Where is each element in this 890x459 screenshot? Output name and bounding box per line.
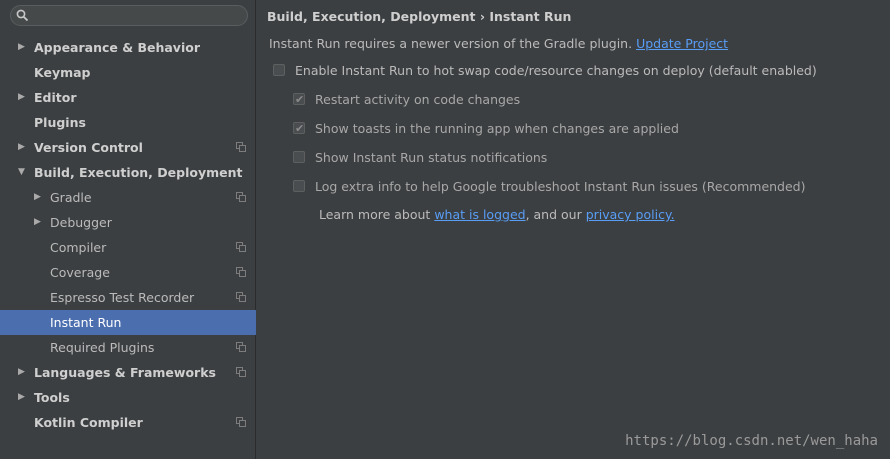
- sidebar-item[interactable]: Compiler: [0, 235, 256, 260]
- sidebar-item-label: Editor: [34, 90, 77, 105]
- sidebar-item-label: Compiler: [50, 240, 107, 255]
- sidebar-item[interactable]: Keymap: [0, 60, 256, 85]
- project-scope-icon: [236, 267, 246, 277]
- option-checkbox[interactable]: [273, 64, 285, 76]
- sidebar-item[interactable]: ▶ Editor: [0, 85, 256, 110]
- option-checkbox[interactable]: ✔: [293, 122, 305, 135]
- sidebar-item-label: Coverage: [50, 265, 110, 280]
- sidebar-item-label: Debugger: [50, 215, 112, 230]
- breadcrumb-parent: Build, Execution, Deployment: [267, 9, 476, 24]
- sidebar-item[interactable]: Coverage: [0, 260, 256, 285]
- settings-sidebar: ▶ Appearance & Behavior Keymap ▶ Editor Plugi…: [0, 0, 256, 459]
- sidebar-item[interactable]: ▶ Debugger: [0, 210, 256, 235]
- sidebar-item-label: Keymap: [34, 65, 91, 80]
- search-icon: [16, 9, 29, 22]
- sidebar-item[interactable]: ▶ Gradle: [0, 185, 256, 210]
- breadcrumb-separator: ›: [479, 9, 485, 24]
- collapsed-arrow-icon[interactable]: ▶: [18, 360, 28, 385]
- breadcrumb: Build, Execution, Deployment › Instant R…: [267, 9, 571, 24]
- learn-more-middle: , and our: [525, 207, 586, 222]
- sidebar-item[interactable]: ▼ Build, Execution, Deployment: [0, 160, 256, 185]
- option-checkbox[interactable]: [293, 180, 305, 192]
- checkmark-icon: ✔: [295, 122, 305, 135]
- option-label: Log extra info to help Google troublesho…: [315, 179, 806, 194]
- collapsed-arrow-icon[interactable]: ▶: [18, 135, 28, 160]
- option-label: Enable Instant Run to hot swap code/reso…: [295, 63, 817, 78]
- learn-more-prefix: Learn more about: [319, 207, 435, 222]
- project-scope-icon: [236, 367, 246, 377]
- collapsed-arrow-icon[interactable]: ▶: [18, 85, 28, 110]
- sidebar-item[interactable]: Plugins: [0, 110, 256, 135]
- project-scope-icon: [236, 142, 246, 152]
- breadcrumb-current: Instant Run: [489, 9, 572, 24]
- sidebar-item-label: Kotlin Compiler: [34, 415, 143, 430]
- collapsed-arrow-icon[interactable]: ▶: [18, 385, 28, 410]
- settings-tree: ▶ Appearance & Behavior Keymap ▶ Editor Plugi…: [0, 35, 256, 435]
- option-label: Restart activity on code changes: [315, 92, 521, 107]
- collapsed-arrow-icon[interactable]: ▶: [18, 35, 28, 60]
- option-checkbox[interactable]: [293, 151, 305, 163]
- project-scope-icon: [236, 242, 246, 252]
- sidebar-item[interactable]: Espresso Test Recorder: [0, 285, 256, 310]
- sidebar-item-label: Tools: [34, 390, 70, 405]
- update-project-link[interactable]: Update Project: [636, 36, 728, 51]
- sidebar-item-label: Build, Execution, Deployment: [34, 165, 243, 180]
- sidebar-item-label: Version Control: [34, 140, 143, 155]
- sidebar-item[interactable]: ▶ Version Control: [0, 135, 256, 160]
- sidebar-item[interactable]: Kotlin Compiler: [0, 410, 256, 435]
- sidebar-item[interactable]: ▶ Tools: [0, 385, 256, 410]
- watermark: https://blog.csdn.net/wen_haha: [625, 433, 878, 449]
- privacy-policy-link[interactable]: privacy policy.: [586, 207, 675, 222]
- sidebar-item-label: Gradle: [50, 190, 92, 205]
- option-label: Show toasts in the running app when chan…: [315, 121, 679, 136]
- sidebar-item-label: Plugins: [34, 115, 86, 130]
- project-scope-icon: [236, 342, 246, 352]
- sidebar-item[interactable]: ▶ Appearance & Behavior: [0, 35, 256, 60]
- option-checkbox[interactable]: ✔: [293, 93, 305, 106]
- project-scope-icon: [236, 292, 246, 302]
- project-scope-icon: [236, 192, 246, 202]
- gradle-warning-text: Instant Run requires a newer version of …: [269, 36, 633, 51]
- sidebar-item-label: Espresso Test Recorder: [50, 290, 195, 305]
- gradle-warning: Instant Run requires a newer version of …: [269, 36, 728, 51]
- sidebar-item[interactable]: ▶ Languages & Frameworks: [0, 360, 256, 385]
- search-input[interactable]: [10, 5, 248, 26]
- sidebar-item-label: Instant Run: [50, 315, 122, 330]
- settings-content: Build, Execution, Deployment › Instant R…: [257, 0, 890, 459]
- collapsed-arrow-icon[interactable]: ▶: [34, 185, 44, 210]
- sidebar-item[interactable]: Required Plugins: [0, 335, 256, 360]
- what-is-logged-link[interactable]: what is logged: [434, 207, 525, 222]
- option-label: Show Instant Run status notifications: [315, 150, 548, 165]
- learn-more: Learn more about what is logged, and our…: [319, 207, 675, 222]
- sidebar-item-label: Languages & Frameworks: [34, 365, 216, 380]
- expanded-arrow-icon[interactable]: ▼: [18, 160, 28, 185]
- collapsed-arrow-icon[interactable]: ▶: [34, 210, 44, 235]
- sidebar-item[interactable]: Instant Run: [0, 310, 256, 335]
- checkmark-icon: ✔: [295, 93, 305, 106]
- sidebar-item-label: Required Plugins: [50, 340, 155, 355]
- project-scope-icon: [236, 417, 246, 427]
- sidebar-item-label: Appearance & Behavior: [34, 40, 200, 55]
